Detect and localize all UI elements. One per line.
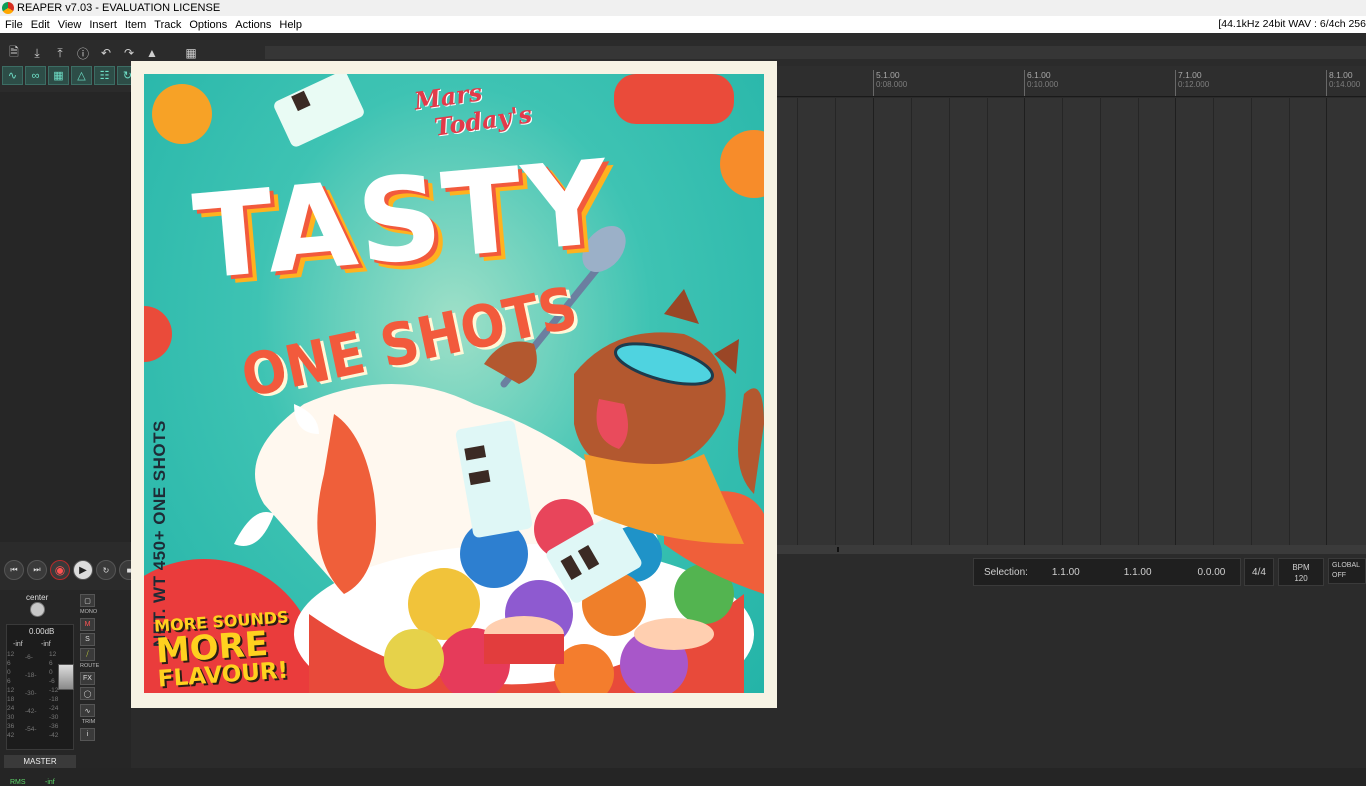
- global-value: OFF: [1332, 572, 1346, 579]
- ruler-mark: 7.1.00 0:12.000: [1175, 70, 1209, 96]
- grid-lines-icon[interactable]: ☷: [94, 66, 115, 85]
- arrange-view[interactable]: [777, 98, 1366, 545]
- window-title: REAPER v7.03 - EVALUATION LICENSE: [17, 2, 221, 14]
- title-bar: REAPER v7.03 - EVALUATION LICENSE: [0, 0, 1366, 16]
- menu-help[interactable]: Help: [275, 19, 306, 31]
- ripple-edit-icon[interactable]: ∿: [2, 66, 23, 85]
- trim-envelope-icon[interactable]: ∿: [80, 704, 95, 717]
- new-project-icon[interactable]: 🗎: [4, 44, 24, 62]
- menu-track[interactable]: Track: [150, 19, 185, 31]
- menu-view[interactable]: View: [54, 19, 86, 31]
- trim-label: TRIM: [81, 719, 96, 725]
- selection-start[interactable]: 1.1.00: [1052, 567, 1080, 578]
- record-button[interactable]: ◉: [50, 560, 70, 580]
- selection-label: Selection:: [984, 566, 1028, 578]
- open-project-icon[interactable]: ⤓: [27, 44, 47, 62]
- undo-icon[interactable]: ↶: [96, 44, 116, 62]
- rms-value: -inf: [45, 779, 55, 786]
- go-to-end-icon[interactable]: ⏭: [27, 560, 47, 580]
- metronome-icon[interactable]: ▲: [142, 44, 162, 62]
- pan-knob[interactable]: [30, 602, 45, 617]
- menu-options[interactable]: Options: [185, 19, 231, 31]
- master-mixer: center 0.00dB -inf -inf 12 6 0 6 12 18 2…: [0, 590, 131, 786]
- meter-scale-mid: -6- -18- -30- -42- -54-: [25, 654, 37, 733]
- menu-file[interactable]: File: [0, 19, 27, 31]
- mono-label: MONO: [80, 609, 98, 615]
- redo-icon[interactable]: ↷: [119, 44, 139, 62]
- item-grouping-icon[interactable]: ∞: [25, 66, 46, 85]
- route-label: ROUTE: [80, 663, 100, 669]
- tempo-display[interactable]: BPM 120: [1278, 558, 1324, 586]
- peak-right: -inf: [41, 641, 51, 648]
- global-automation[interactable]: GLOBAL OFF: [1328, 558, 1366, 584]
- fx-bypass-icon[interactable]: ◯: [80, 687, 95, 700]
- menu-edit[interactable]: Edit: [27, 19, 54, 31]
- toolbar-strip: [265, 46, 1366, 59]
- ruler-mark: 6.1.00 0:10.000: [1024, 70, 1058, 96]
- timeline-ruler[interactable]: 5.1.00 0:08.000 6.1.00 0:10.000 7.1.00 0:12…: [777, 66, 1366, 97]
- master-fader[interactable]: [58, 664, 74, 690]
- go-to-start-icon[interactable]: ⏮: [4, 560, 24, 580]
- track-control-panel[interactable]: [0, 92, 131, 542]
- global-label: GLOBAL: [1332, 562, 1361, 569]
- edit-toolbar: ∿ ∞ ▦ △ ☷ ↻: [2, 66, 138, 86]
- reaper-app-icon: [2, 2, 14, 14]
- menu-bar: File Edit View Insert Item Track Options…: [0, 16, 1366, 33]
- selection-length[interactable]: 0.0.00: [1198, 567, 1226, 578]
- album-cover-art: Mars Today's TASTY ONE SHOTS NET. WT 450…: [144, 74, 764, 693]
- menu-insert[interactable]: Insert: [85, 19, 121, 31]
- cover-title: TASTY: [188, 135, 616, 306]
- promo-text: MORE SOUNDS MORE FLAVOUR!: [154, 607, 294, 692]
- mono-button[interactable]: ▢: [80, 594, 95, 607]
- route-button[interactable]: ⧸: [80, 648, 95, 661]
- audio-status: [44.1kHz 24bit WAV : 6/4ch 256: [1218, 18, 1366, 30]
- bpm-label: BPM: [1292, 563, 1310, 572]
- ruler-mark: 8.1.00 0:14.000: [1326, 70, 1360, 96]
- menu-item[interactable]: Item: [121, 19, 150, 31]
- horizontal-scrollbar[interactable]: [777, 545, 1366, 554]
- fx-button[interactable]: FX: [80, 672, 95, 685]
- envelope-lock-icon[interactable]: △: [71, 66, 92, 85]
- volume-readout: 0.00dB: [29, 627, 55, 636]
- snap-grid-icon[interactable]: ▦: [48, 66, 69, 85]
- meter-scale-left: 12 6 0 6 12 18 24 30 36 42: [7, 651, 15, 739]
- master-buttons: ▢ MONO M S ⧸ ROUTE FX ◯ ∿ TRIM i: [80, 594, 100, 743]
- info-icon[interactable]: i: [80, 728, 95, 741]
- time-signature[interactable]: 4/4: [1244, 558, 1274, 586]
- mute-button[interactable]: M: [80, 618, 95, 631]
- bpm-value: 120: [1294, 574, 1308, 583]
- pan-label: center: [26, 593, 49, 602]
- menu-actions[interactable]: Actions: [231, 19, 275, 31]
- meter-scale-right: 12 6 0 -6 -12 -18 -24 -30 -36 -42: [49, 651, 59, 739]
- selection-display[interactable]: Selection: 1.1.00 1.1.00 0.0.00: [973, 558, 1241, 586]
- rms-label: RMS: [10, 779, 26, 786]
- selection-end[interactable]: 1.1.00: [1124, 567, 1152, 578]
- project-settings-icon[interactable]: ⓘ: [73, 44, 93, 62]
- peak-left: -inf: [13, 641, 23, 648]
- scroll-thumb[interactable]: [837, 547, 839, 552]
- ruler-mark: 5.1.00 0:08.000: [873, 70, 907, 96]
- save-project-icon[interactable]: ⤒: [50, 44, 70, 62]
- master-label: MASTER: [4, 755, 76, 768]
- solo-button[interactable]: S: [80, 633, 95, 646]
- repeat-button[interactable]: ↻: [96, 560, 116, 580]
- transport-controls: ⏮ ⏭ ◉ ▶ ↻ ■: [4, 560, 139, 580]
- play-button[interactable]: ▶: [73, 560, 93, 580]
- grid-toggle-icon[interactable]: ▦: [181, 44, 201, 62]
- album-cover-window[interactable]: Mars Today's TASTY ONE SHOTS NET. WT 450…: [131, 61, 777, 708]
